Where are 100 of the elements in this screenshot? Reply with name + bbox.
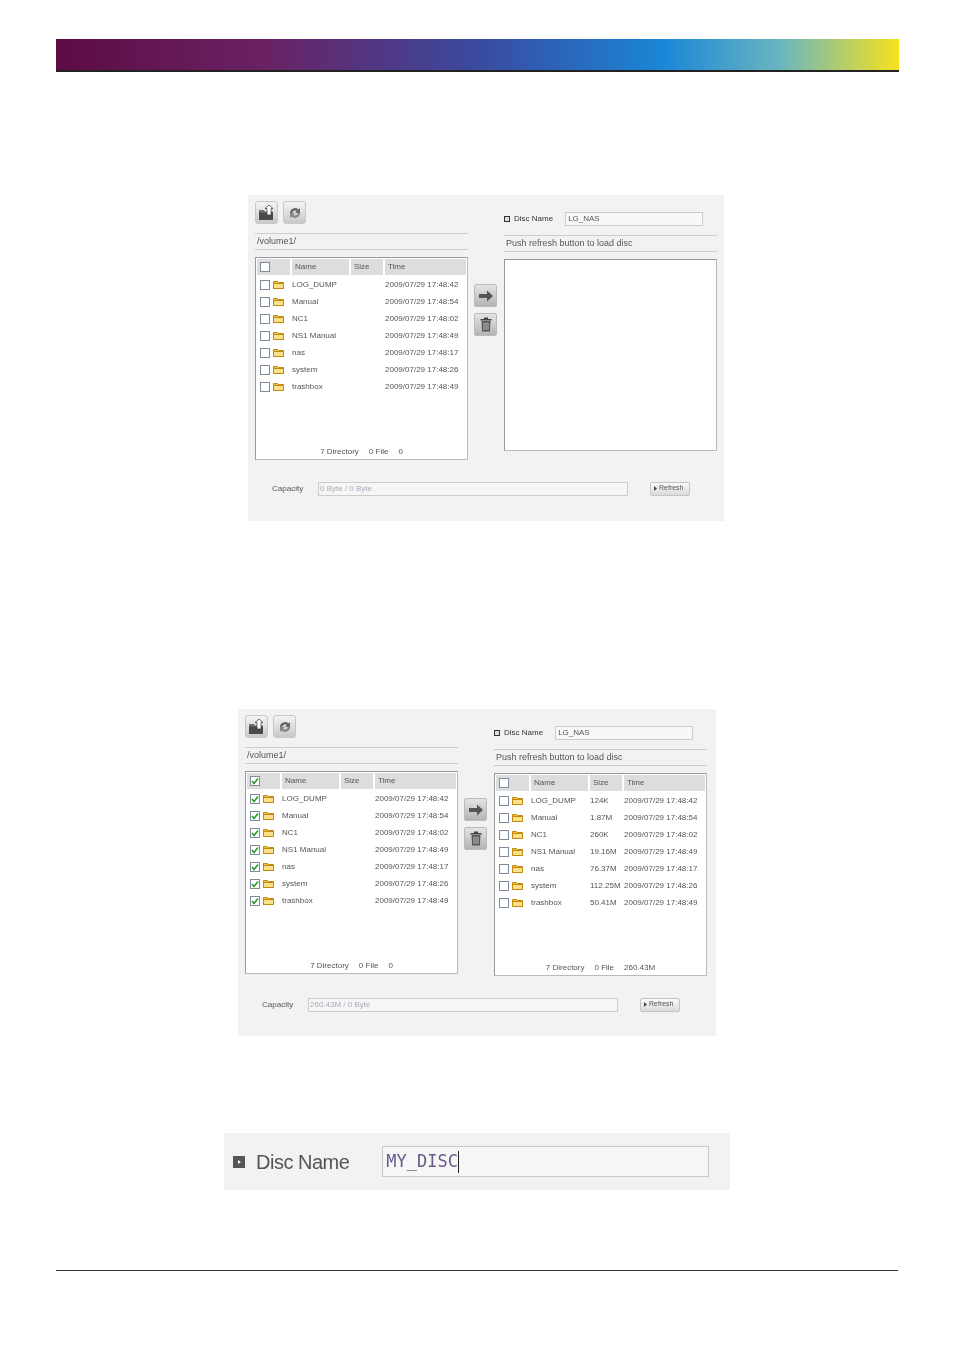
refresh-button[interactable] bbox=[273, 715, 296, 738]
file-size: 19.16M bbox=[590, 845, 618, 858]
file-name: system bbox=[282, 877, 309, 890]
folder-icon bbox=[512, 898, 523, 907]
list-summary: 0 bbox=[388, 960, 393, 972]
folder-icon bbox=[263, 879, 274, 888]
list-summary: 0 File bbox=[368, 446, 389, 458]
folder-icon bbox=[512, 847, 523, 856]
checkbox[interactable] bbox=[260, 279, 270, 290]
checkbox[interactable] bbox=[499, 778, 509, 788]
folder-icon bbox=[273, 348, 284, 357]
folder-icon bbox=[273, 280, 284, 289]
folder-icon bbox=[263, 862, 274, 871]
delete-button[interactable] bbox=[464, 827, 487, 850]
delete-button[interactable] bbox=[474, 313, 497, 336]
file-size: 76.37M bbox=[590, 862, 618, 875]
file-name: LOG_DUMP bbox=[531, 794, 577, 807]
file-time: 2009/07/29 17:48:42 bbox=[624, 794, 699, 807]
checkbox[interactable] bbox=[260, 313, 270, 324]
bullet-icon bbox=[233, 1155, 245, 1168]
column-header[interactable]: Size bbox=[341, 773, 373, 789]
list-summary: 0 File bbox=[594, 962, 615, 974]
checkbox[interactable] bbox=[260, 330, 270, 341]
column-header[interactable]: Time bbox=[624, 775, 705, 791]
checkbox[interactable] bbox=[250, 776, 260, 786]
refresh-button[interactable] bbox=[283, 201, 306, 224]
checkbox[interactable] bbox=[250, 844, 260, 855]
file-time: 2009/07/29 17:48:02 bbox=[385, 312, 460, 325]
file-time: 2009/07/29 17:48:49 bbox=[385, 380, 460, 393]
checkbox[interactable] bbox=[499, 795, 509, 806]
field-label: Disc Name bbox=[256, 1149, 350, 1175]
triangle-icon bbox=[654, 486, 657, 491]
checkbox[interactable] bbox=[250, 827, 260, 838]
file-name: NS1 Manual bbox=[531, 845, 577, 858]
file-name: nas bbox=[531, 862, 545, 875]
disc-name-field[interactable]: MY_DISC bbox=[382, 1146, 710, 1177]
file-size: 50.41M bbox=[590, 896, 618, 909]
file-name: trashbox bbox=[282, 894, 314, 907]
copy-button[interactable] bbox=[464, 798, 487, 821]
list-summary: 0 bbox=[398, 446, 403, 458]
arrow-right-icon bbox=[477, 289, 494, 302]
triangle-icon bbox=[644, 1002, 647, 1007]
file-time: 2009/07/29 17:48:17 bbox=[385, 346, 460, 359]
list-summary: 7 Directory bbox=[310, 960, 349, 972]
column-header[interactable]: Name bbox=[282, 773, 339, 789]
checkbox[interactable] bbox=[499, 880, 509, 891]
checkbox[interactable] bbox=[499, 846, 509, 857]
column-header[interactable]: Size bbox=[590, 775, 622, 791]
checkbox[interactable] bbox=[260, 381, 270, 392]
disc-name-field[interactable]: LG_NAS bbox=[555, 726, 694, 740]
checkbox[interactable] bbox=[260, 262, 270, 272]
checkbox[interactable] bbox=[250, 861, 260, 872]
file-time: 2009/07/29 17:48:54 bbox=[624, 811, 699, 824]
checkbox[interactable] bbox=[499, 897, 509, 908]
checkbox[interactable] bbox=[250, 793, 260, 804]
checkbox[interactable] bbox=[499, 829, 509, 840]
bullet-icon bbox=[494, 730, 500, 736]
checkbox[interactable] bbox=[260, 296, 270, 307]
copy-button[interactable] bbox=[474, 284, 497, 307]
column-header[interactable]: Name bbox=[531, 775, 588, 791]
upload-button[interactable] bbox=[245, 715, 268, 738]
file-name: NS1 Manual bbox=[292, 329, 338, 342]
column-header[interactable]: Time bbox=[375, 773, 456, 789]
folder-icon bbox=[512, 813, 523, 822]
checkbox[interactable] bbox=[250, 895, 260, 906]
field-label: Disc Name bbox=[504, 727, 544, 739]
file-time: 2009/07/29 17:48:26 bbox=[385, 363, 460, 376]
checkbox[interactable] bbox=[499, 812, 509, 823]
status-message: Push refresh button to load disc bbox=[494, 749, 707, 766]
field-label: Disc Name bbox=[514, 213, 554, 225]
list-summary: 0 File bbox=[358, 960, 379, 972]
arrow-right-icon bbox=[467, 803, 484, 816]
checkbox[interactable] bbox=[499, 863, 509, 874]
column-header[interactable]: Name bbox=[292, 259, 349, 275]
file-name: LOG_DUMP bbox=[292, 278, 338, 291]
file-time: 2009/07/29 17:48:42 bbox=[375, 792, 450, 805]
checkbox[interactable] bbox=[250, 810, 260, 821]
current-path: /volume1/ bbox=[245, 747, 458, 764]
file-time: 2009/07/29 17:48:49 bbox=[375, 894, 450, 907]
list-summary: 7 Directory bbox=[320, 446, 359, 458]
file-name: Manual bbox=[282, 809, 310, 822]
status-message: Push refresh button to load disc bbox=[504, 235, 717, 252]
file-time: 2009/07/29 17:48:26 bbox=[375, 877, 450, 890]
field-label: Capacity bbox=[262, 998, 295, 1011]
column-header[interactable]: Size bbox=[351, 259, 383, 275]
folder-upload-icon bbox=[258, 204, 275, 221]
column-header[interactable]: Time bbox=[385, 259, 466, 275]
file-time: 2009/07/29 17:48:54 bbox=[385, 295, 460, 308]
file-name: trashbox bbox=[292, 380, 324, 393]
file-time: 2009/07/29 17:48:26 bbox=[624, 879, 699, 892]
checkbox[interactable] bbox=[260, 347, 270, 358]
folder-icon bbox=[273, 314, 284, 323]
checkbox[interactable] bbox=[250, 878, 260, 889]
upload-button[interactable] bbox=[255, 201, 278, 224]
folder-icon bbox=[512, 881, 523, 890]
checkbox[interactable] bbox=[260, 364, 270, 375]
file-name: system bbox=[531, 879, 558, 892]
disc-name-field[interactable]: LG_NAS bbox=[565, 212, 704, 226]
list-summary: 7 Directory bbox=[545, 962, 585, 974]
field-label: Capacity bbox=[272, 482, 305, 495]
